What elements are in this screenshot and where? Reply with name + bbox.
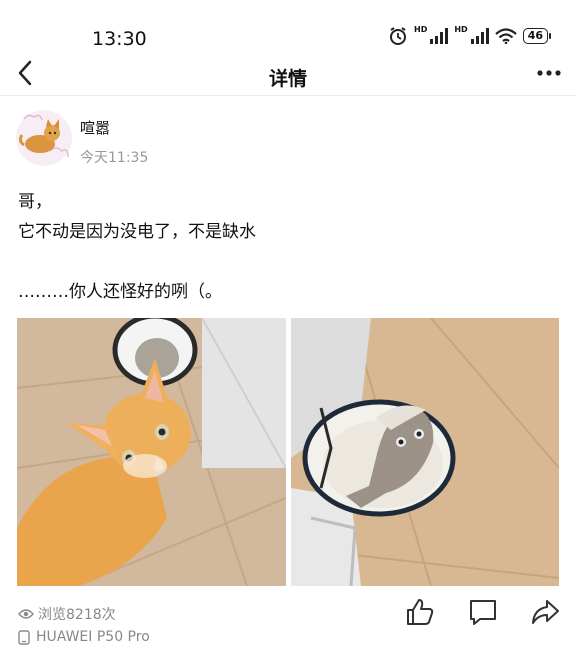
alarm-icon	[390, 27, 406, 45]
page-title: 详情	[268, 68, 307, 90]
comment-icon[interactable]	[468, 598, 498, 626]
phone-icon	[18, 629, 30, 645]
post-time: 今天11:35	[80, 150, 149, 166]
view-count: 浏览8218次	[18, 604, 116, 624]
post-line	[18, 247, 256, 277]
device-info: HUAWEI P50 Pro	[18, 629, 150, 645]
hd-label-1: HD	[414, 25, 428, 34]
signal-icon	[430, 28, 449, 44]
status-time: 13:30	[92, 28, 147, 50]
nav-bar: 详情	[0, 56, 576, 96]
more-icon[interactable]	[536, 63, 562, 83]
hd-label-2: HD	[454, 25, 468, 34]
post-image-cat[interactable]	[17, 318, 286, 586]
avatar[interactable]	[14, 107, 74, 169]
post-line: ………你人还怪好的咧（。	[18, 282, 222, 302]
divider	[0, 95, 576, 96]
battery-indicator: 46	[522, 28, 552, 44]
wifi-icon	[494, 28, 517, 44]
post-image-bowl[interactable]	[291, 318, 559, 586]
signal-icon	[470, 28, 489, 44]
device-name: HUAWEI P50 Pro	[36, 629, 150, 645]
post-body: 哥， 它不动是因为没电了，不是缺水 ………你人还怪好的咧（。	[18, 187, 256, 307]
status-bar: 13:30 HD HD 46	[0, 0, 576, 56]
post-line: 哥，	[18, 192, 52, 212]
post-line: 它不动是因为没电了，不是缺水	[18, 222, 256, 242]
author-name[interactable]: 喧嚣	[80, 117, 110, 138]
view-count-text: 浏览8218次	[38, 607, 116, 623]
eye-icon	[18, 609, 34, 619]
thumbs-up-icon[interactable]	[405, 598, 435, 626]
share-icon[interactable]	[530, 598, 560, 626]
